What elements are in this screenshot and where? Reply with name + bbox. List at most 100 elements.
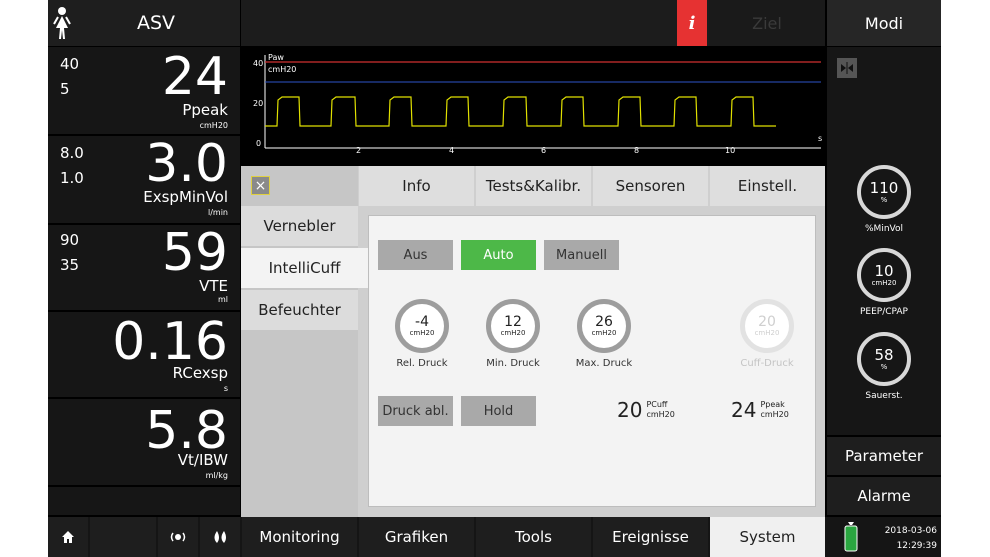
ventilator-screen: ASV i Ziel Modi 40 5 24 Ppeak cmH20 8.0 … [48,0,941,557]
mode-label: ASV [137,12,176,34]
druck-abl-label: Druck abl. [382,403,449,419]
exspminvol-high-limit: 8.0 [60,144,84,162]
oxygen-dial[interactable]: 58 % [857,332,911,386]
minvol-dial[interactable]: 110 % [857,165,911,219]
vte-low-limit: 35 [60,256,80,274]
paw-waveform[interactable]: Paw cmH20 40 20 0 2 4 6 8 10 s [241,47,825,165]
x-tick-6: 6 [541,146,546,155]
rel-druck-label: Rel. Druck [396,358,448,369]
param-vte[interactable]: 90 35 59 VTE ml [48,225,240,310]
tab-sensoren[interactable]: Sensoren [593,166,708,206]
side-tab-befeuchter[interactable]: Befeuchter [241,290,358,330]
alarme-button[interactable]: Alarme [827,477,941,515]
mode-manuell-button[interactable]: Manuell [544,240,619,270]
mode-aus-label: Aus [403,247,428,263]
min-druck-dial[interactable]: 12 cmH20 [486,299,540,353]
paw-unit: cmH20 [268,65,296,74]
status-area: 2018-03-06 12:29:39 [827,517,941,557]
tab-monitoring-label: Monitoring [259,528,340,546]
tab-monitoring[interactable]: Monitoring [242,517,357,557]
max-druck-dial[interactable]: 26 cmH20 [577,299,631,353]
hold-button[interactable]: Hold [461,396,536,426]
o2-enrichment-button[interactable] [200,517,240,557]
o2-enrichment-icon [214,531,226,543]
max-druck-unit: cmH20 [591,329,617,337]
side-tab-intellicuff[interactable]: IntelliCuff [241,248,368,288]
y-tick-20: 20 [253,99,263,108]
close-button[interactable]: × [251,176,270,195]
ppeak-label: Ppeak [182,101,228,119]
ziel-button[interactable]: Ziel [709,0,825,46]
mode-manuell-label: Manuell [556,247,607,263]
info-icon: i [688,12,696,34]
x-tick-4: 4 [449,146,454,155]
rel-druck-dial[interactable]: -4 cmH20 [395,299,449,353]
rcexsp-unit: s [223,384,228,393]
x-tick-8: 8 [634,146,639,155]
nebulizer-button[interactable] [158,517,198,557]
side-tab-vernebler[interactable]: Vernebler [241,206,358,246]
cuff-druck-unit: cmH20 [754,329,780,337]
freeze-button[interactable] [837,58,857,78]
ppeak-readout-caption: Ppeak cmH20 [760,400,788,420]
ppeak-readout-label: Ppeak [760,400,785,409]
tab-einstell[interactable]: Einstell. [710,166,825,206]
ppeak-high-limit: 40 [60,55,80,73]
paw-title: Paw [268,53,284,62]
tab-info[interactable]: Info [359,166,474,206]
cuff-druck-label: Cuff-Druck [740,358,794,369]
pcuff-unit: cmH20 [646,410,675,419]
tab-sensoren-label: Sensoren [615,177,686,195]
ppeak-readout: 24 Ppeak cmH20 [731,398,789,422]
info-button[interactable]: i [677,0,707,46]
vt-ibw-label: Vt/IBW [177,451,228,469]
peep-unit: cmH20 [871,278,897,287]
ppeak-value: 24 [161,47,228,107]
status-date: 2018-03-06 [884,526,937,536]
vt-ibw-unit: ml/kg [205,471,228,480]
minvol-unit: % [880,195,888,204]
mode-aus-button[interactable]: Aus [378,240,453,270]
tab-tests[interactable]: Tests&Kalibr. [476,166,591,206]
ppeak-unit: cmH20 [199,121,228,130]
druck-abl-button[interactable]: Druck abl. [378,396,453,426]
tab-ereignisse-label: Ereignisse [612,528,689,546]
max-druck-value: 26 [595,314,613,330]
minvol-value: 110 [869,178,899,197]
blank-button[interactable] [90,517,156,557]
tab-grafiken[interactable]: Grafiken [359,517,474,557]
paw-waveform-plot: Paw cmH20 40 20 0 2 4 6 8 10 s [253,53,822,155]
y-tick-0: 0 [256,139,261,148]
param-exspminvol[interactable]: 8.0 1.0 3.0 ExspMinVol l/min [48,136,240,223]
intellicuff-content: Aus Auto Manuell -4 cmH20 Rel. Druck 12 … [368,215,816,507]
intellicuff-panel: × Info Tests&Kalibr. Sensoren Einstell. … [241,166,825,517]
exspminvol-unit: l/min [207,208,228,217]
max-druck-label: Max. Druck [575,358,633,369]
param-rcexsp[interactable]: 0.16 RCexsp s [48,312,240,397]
home-icon [62,531,74,543]
param-vt-ibw[interactable]: 5.8 Vt/IBW ml/kg [48,399,240,485]
home-button[interactable] [48,517,88,557]
peep-dial[interactable]: 10 cmH20 [857,248,911,302]
tab-grafiken-label: Grafiken [384,528,449,546]
x-unit: s [818,134,822,143]
mode-auto-button[interactable]: Auto [461,240,536,270]
mode-header[interactable]: ASV [48,0,240,46]
parameter-button[interactable]: Parameter [827,437,941,475]
tab-tools[interactable]: Tools [476,517,591,557]
tab-ereignisse[interactable]: Ereignisse [593,517,708,557]
oxygen-value: 58 [874,345,894,364]
hold-label: Hold [483,403,514,419]
min-druck-unit: cmH20 [500,329,526,337]
param-ppeak[interactable]: 40 5 24 Ppeak cmH20 [48,47,240,134]
oxygen-label: Sauerst. [865,391,903,401]
modi-button[interactable]: Modi [827,0,941,46]
tab-system[interactable]: System [710,517,825,557]
pcuff-value: 20 [617,398,643,422]
close-icon: × [254,177,267,194]
rel-druck-unit: cmH20 [409,329,435,337]
exspminvol-low-limit: 1.0 [60,169,84,187]
min-druck-value: 12 [504,314,522,330]
oxygen-unit: % [880,362,888,371]
ziel-label: Ziel [752,13,782,33]
